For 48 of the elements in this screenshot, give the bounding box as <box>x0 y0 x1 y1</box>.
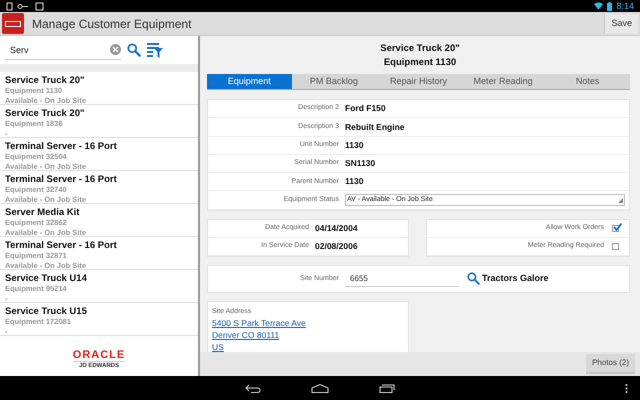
recent-apps-icon[interactable] <box>379 384 395 392</box>
address-link[interactable]: 5400 S Park Terrace Ave <box>212 316 306 329</box>
search-field[interactable]: Serv <box>10 40 110 58</box>
tab[interactable]: Meter Reading <box>460 74 546 89</box>
equipment-name: Terminal Server - 16 Port <box>5 141 118 152</box>
filter-list-icon[interactable] <box>147 42 163 58</box>
back-icon[interactable] <box>245 384 261 392</box>
photos-button[interactable]: Photos (2) <box>586 354 635 374</box>
site-number-field[interactable]: 6655 <box>345 270 459 287</box>
brand-logo: ORACLE <box>72 348 126 362</box>
more-options-icon[interactable] <box>625 384 628 392</box>
dropdown-corner-icon <box>618 198 623 203</box>
equipment-name: Service Truck 20" <box>5 75 86 86</box>
equipment-name: Service Truck U15 <box>5 306 88 317</box>
clear-icon[interactable] <box>110 44 121 55</box>
field-value: SN1130 <box>345 157 376 170</box>
clock-time: 8:14 <box>616 2 634 10</box>
equipment-name: Terminal Server - 16 Port <box>5 174 118 185</box>
address-link[interactable]: Denver CO 80111 <box>212 328 280 341</box>
checkbox[interactable] <box>612 224 619 232</box>
checkmark-icon <box>613 222 622 231</box>
site-name: Tractors Galore <box>482 272 549 286</box>
tab[interactable]: PM Backlog <box>292 74 376 89</box>
battery-icon <box>607 2 612 10</box>
address-link[interactable]: US <box>212 340 224 352</box>
checkbox[interactable] <box>612 242 619 250</box>
tab[interactable]: Repair History <box>376 74 461 89</box>
tab[interactable]: Equipment <box>207 74 292 89</box>
app-title: Manage Customer Equipment <box>32 16 192 32</box>
equipment-name: Server Media Kit <box>5 207 80 218</box>
field-value: Rebuilt Engine <box>345 120 404 134</box>
field-value: 02/08/2006 <box>315 240 358 253</box>
equipment-subtitle: Equipment 1130 <box>384 56 456 70</box>
search-icon[interactable] <box>467 272 480 286</box>
field-value: 1130 <box>345 175 364 188</box>
field-value: 1130 <box>345 138 364 152</box>
equipment-name: Service Truck U14 <box>5 273 88 284</box>
field-value: 04/14/2004 <box>315 222 358 235</box>
search-icon[interactable] <box>127 43 141 57</box>
tab[interactable]: Notes <box>545 74 630 89</box>
app-logo <box>2 13 24 34</box>
home-icon[interactable] <box>311 384 329 392</box>
field-value: Ford F150 <box>345 102 386 116</box>
equipment-title: Service Truck 20" <box>380 42 460 56</box>
wifi-icon <box>594 2 604 10</box>
equipment-name: Service Truck 20" <box>5 108 86 119</box>
save-button[interactable]: Save <box>604 14 638 34</box>
equipment-name: Terminal Server - 16 Port <box>5 240 118 251</box>
